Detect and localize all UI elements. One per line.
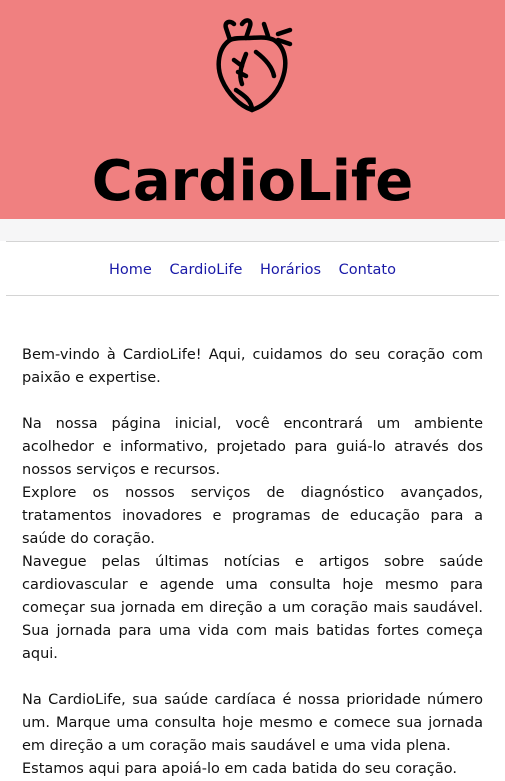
nav-link-horarios[interactable]: Horários <box>260 262 321 278</box>
nav-divider-bottom <box>6 295 499 296</box>
main-nav: Home CardioLife Horários Contato <box>0 258 505 282</box>
site-header: CardioLife <box>0 0 505 219</box>
services-paragraph: Explore os nossos serviços de diagnóstic… <box>22 485 483 547</box>
intro-paragraph: Na nossa página inicial, você encontrará… <box>22 416 483 478</box>
nav-link-home[interactable]: Home <box>109 262 152 278</box>
main-content: Bem-vindo à CardioLife! Aqui, cuidamos d… <box>22 344 483 781</box>
news-paragraph: Navegue pelas últimas notícias e artigos… <box>22 554 483 662</box>
nav-link-contato[interactable]: Contato <box>339 262 396 278</box>
header-band <box>0 219 505 241</box>
priority-paragraph: Na CardioLife, sua saúde cardíaca é noss… <box>22 692 483 754</box>
support-paragraph: Estamos aqui para apoiá-lo em cada batid… <box>22 761 457 777</box>
brand-title: CardioLife <box>91 149 414 214</box>
nav-divider-top <box>6 241 499 242</box>
anatomical-heart-icon <box>216 18 293 113</box>
nav-link-cardiolife[interactable]: CardioLife <box>169 262 242 278</box>
welcome-paragraph: Bem-vindo à CardioLife! Aqui, cuidamos d… <box>22 347 483 386</box>
